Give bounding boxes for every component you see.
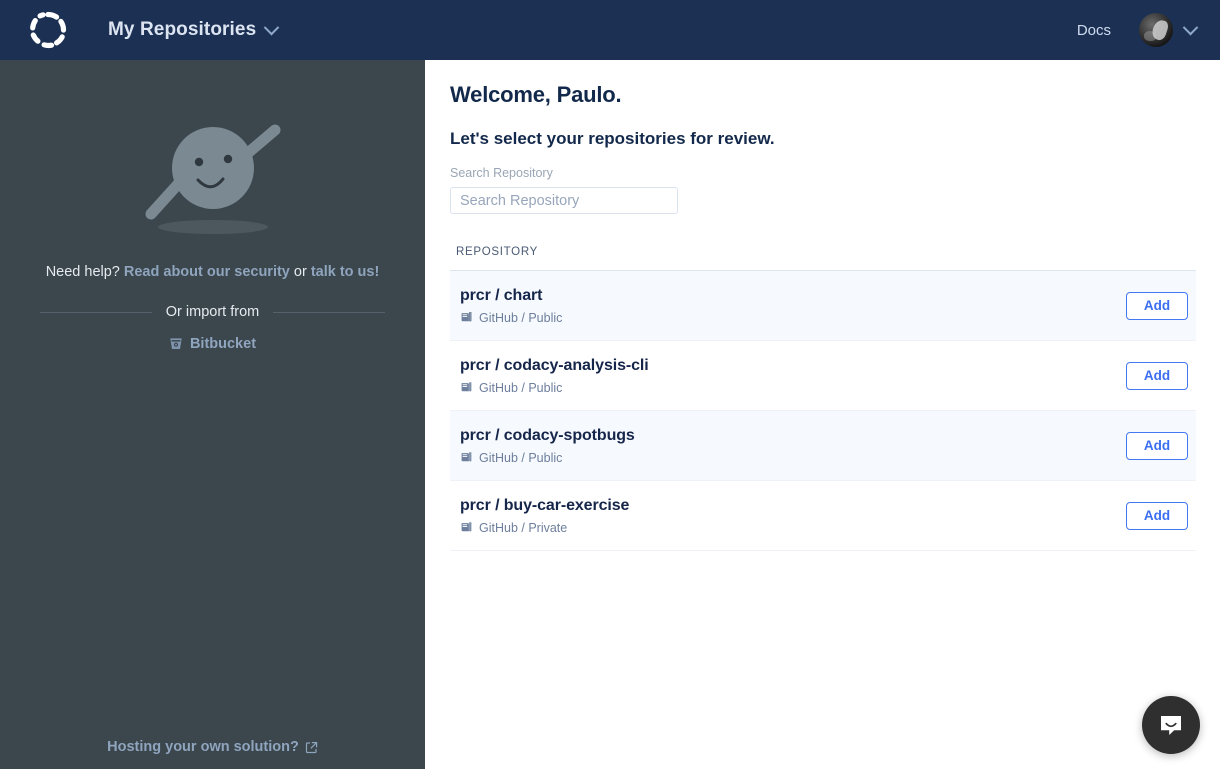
divider-line-left <box>40 311 152 313</box>
table-row[interactable]: prcr / codacy-analysis-cli GitHub / Publ… <box>450 341 1196 411</box>
import-divider-label: Or import from <box>165 304 260 320</box>
repo-info: prcr / codacy-spotbugs GitHub / Public <box>460 427 1126 465</box>
intercom-launcher-button[interactable] <box>1142 696 1200 754</box>
repositories-dropdown[interactable]: My Repositories <box>108 19 280 41</box>
repo-name: prcr / buy-car-exercise <box>460 496 630 514</box>
bottom-scrollbar-strip <box>0 769 1220 774</box>
add-repository-button[interactable]: Add <box>1126 361 1188 390</box>
repo-book-icon <box>461 452 472 462</box>
sidebar: Need help? Read about our security or ta… <box>0 60 425 774</box>
add-repository-button[interactable]: Add <box>1126 501 1188 530</box>
repository-list: prcr / chart GitHub / Public Add prcr / … <box>450 270 1196 551</box>
repo-meta: GitHub / Public <box>460 451 1126 465</box>
repo-meta-text: GitHub / Public <box>479 380 563 395</box>
repo-meta-text: GitHub / Public <box>479 450 563 465</box>
main-content: Welcome, Paulo. Let's select your reposi… <box>425 60 1220 774</box>
help-prefix-text: Need help? <box>45 264 124 280</box>
nav-title-label: My Repositories <box>108 19 257 40</box>
repo-info: prcr / buy-car-exercise GitHub / Private <box>460 497 1126 535</box>
table-row[interactable]: prcr / buy-car-exercise GitHub / Private… <box>450 481 1196 551</box>
table-row[interactable]: prcr / chart GitHub / Public Add <box>450 271 1196 341</box>
bitbucket-row: Bitbucket <box>0 336 425 356</box>
bitbucket-label: Bitbucket <box>189 336 257 352</box>
smiling-character-illustration <box>145 124 280 234</box>
repo-meta: GitHub / Public <box>460 311 1126 325</box>
help-between-text: or <box>289 264 311 280</box>
page-title: Welcome, Paulo. <box>450 82 622 107</box>
repo-meta-text: GitHub / Public <box>479 310 563 325</box>
repo-meta: GitHub / Public <box>460 381 1126 395</box>
hosting-row: Hosting your own solution? <box>0 738 425 756</box>
chat-bubble-smile-icon <box>1161 716 1181 735</box>
add-repository-button[interactable]: Add <box>1126 291 1188 320</box>
help-line: Need help? Read about our security or ta… <box>0 264 425 280</box>
hosting-label: Hosting your own solution? <box>107 739 299 755</box>
security-link[interactable]: Read about our security <box>124 264 290 280</box>
repo-info: prcr / codacy-analysis-cli GitHub / Publ… <box>460 357 1126 395</box>
bitbucket-import-link[interactable]: Bitbucket <box>169 336 256 352</box>
add-repository-button[interactable]: Add <box>1126 431 1188 460</box>
hosting-own-solution-link[interactable]: Hosting your own solution? <box>107 739 318 755</box>
external-link-icon <box>305 741 318 753</box>
bitbucket-icon <box>170 338 182 350</box>
top-navbar: My Repositories Docs <box>0 0 1220 60</box>
repo-name: prcr / codacy-analysis-cli <box>460 356 649 374</box>
import-divider: Or import from <box>40 304 386 320</box>
table-row[interactable]: prcr / codacy-spotbugs GitHub / Public A… <box>450 411 1196 481</box>
search-input[interactable] <box>450 187 678 214</box>
repo-name: prcr / chart <box>460 286 543 304</box>
repo-meta: GitHub / Private <box>460 521 1126 535</box>
chevron-down-icon <box>263 19 280 35</box>
codacy-logo-icon[interactable] <box>26 8 70 52</box>
search-input-label: Search Repository <box>450 166 553 180</box>
user-menu[interactable] <box>1139 13 1199 47</box>
docs-link[interactable]: Docs <box>1077 22 1111 39</box>
repo-name: prcr / codacy-spotbugs <box>460 426 635 444</box>
divider-line-right <box>273 311 386 313</box>
repo-book-icon <box>461 312 472 322</box>
page-subheading: Let's select your repositories for revie… <box>450 129 775 148</box>
chevron-down-icon <box>1182 19 1199 35</box>
repo-meta-text: GitHub / Private <box>479 520 568 535</box>
navbar-right-group: Docs <box>1077 13 1199 47</box>
repo-book-icon <box>461 522 472 532</box>
avatar <box>1139 13 1173 47</box>
repo-book-icon <box>461 382 472 392</box>
repo-info: prcr / chart GitHub / Public <box>460 287 1126 325</box>
talk-to-us-link[interactable]: talk to us! <box>311 264 379 280</box>
repository-column-header: REPOSITORY <box>456 246 538 258</box>
